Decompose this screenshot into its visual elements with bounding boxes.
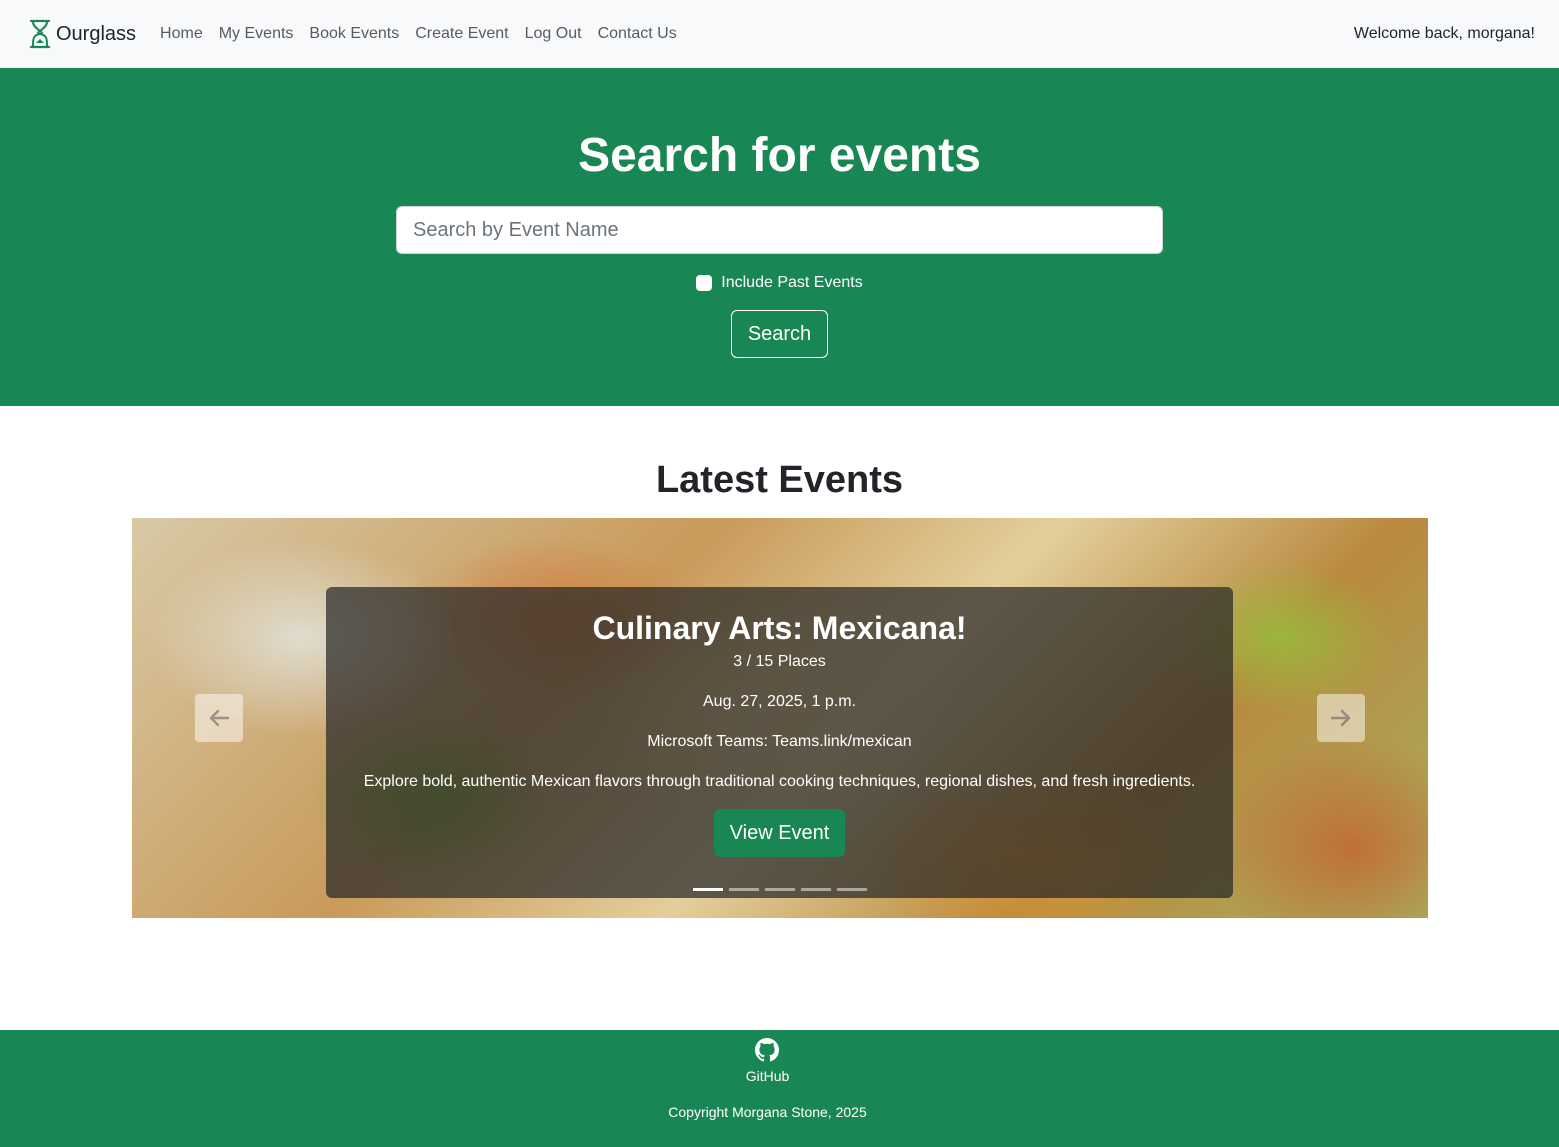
nav-book-events[interactable]: Book Events [301, 25, 407, 43]
carousel-indicator[interactable] [765, 888, 795, 891]
github-icon [755, 1038, 780, 1062]
brand-link[interactable]: Ourglass [28, 19, 136, 49]
event-datetime: Aug. 27, 2025, 1 p.m. [703, 693, 856, 710]
carousel-prev-button[interactable] [195, 694, 243, 742]
carousel-indicator[interactable] [801, 888, 831, 891]
welcome-text: Welcome back, morgana! [1353, 25, 1535, 42]
carousel-indicator[interactable] [729, 888, 759, 891]
events-carousel: Culinary Arts: Mexicana! 3 / 15 Places A… [132, 518, 1428, 918]
github-link[interactable]: GitHub [745, 1038, 790, 1084]
hero-title: Search for events [578, 129, 981, 182]
event-title: Culinary Arts: Mexicana! [592, 610, 967, 646]
event-description: Explore bold, authentic Mexican flavors … [363, 773, 1196, 790]
copyright-text: Copyright Morgana Stone, 2025 [668, 1104, 867, 1120]
include-past-row[interactable]: Include Past Events [696, 274, 863, 292]
search-button[interactable]: Search [730, 310, 829, 358]
carousel-indicator[interactable] [693, 888, 723, 891]
brand-name: Ourglass [56, 22, 137, 45]
event-location: Microsoft Teams: Teams.link/mexican [647, 733, 912, 750]
navbar: Ourglass Home My Events Book Events Crea… [0, 0, 1559, 68]
nav-links: Home My Events Book Events Create Event … [152, 25, 685, 43]
carousel-indicator[interactable] [837, 888, 867, 891]
arrow-right-icon [1330, 709, 1351, 727]
nav-my-events[interactable]: My Events [211, 25, 302, 43]
carousel-indicators [132, 888, 1428, 891]
hourglass-logo-icon [28, 19, 52, 49]
search-hero: Search for events Include Past Events Se… [0, 68, 1559, 406]
arrow-left-icon [209, 709, 230, 727]
event-places: 3 / 15 Places [733, 653, 826, 670]
carousel-next-button[interactable] [1317, 694, 1365, 742]
nav-log-out[interactable]: Log Out [517, 25, 590, 43]
latest-events-title: Latest Events [655, 459, 904, 501]
include-past-label: Include Past Events [721, 274, 863, 291]
github-label: GitHub [745, 1068, 790, 1084]
footer: GitHub Copyright Morgana Stone, 2025 [0, 1030, 1559, 1147]
nav-home[interactable]: Home [152, 25, 211, 43]
search-input[interactable] [396, 206, 1163, 254]
nav-contact-us[interactable]: Contact Us [590, 25, 685, 43]
view-event-button[interactable]: View Event [713, 809, 846, 857]
event-caption: Culinary Arts: Mexicana! 3 / 15 Places A… [326, 587, 1233, 898]
nav-create-event[interactable]: Create Event [407, 25, 516, 43]
include-past-checkbox[interactable] [696, 275, 713, 291]
